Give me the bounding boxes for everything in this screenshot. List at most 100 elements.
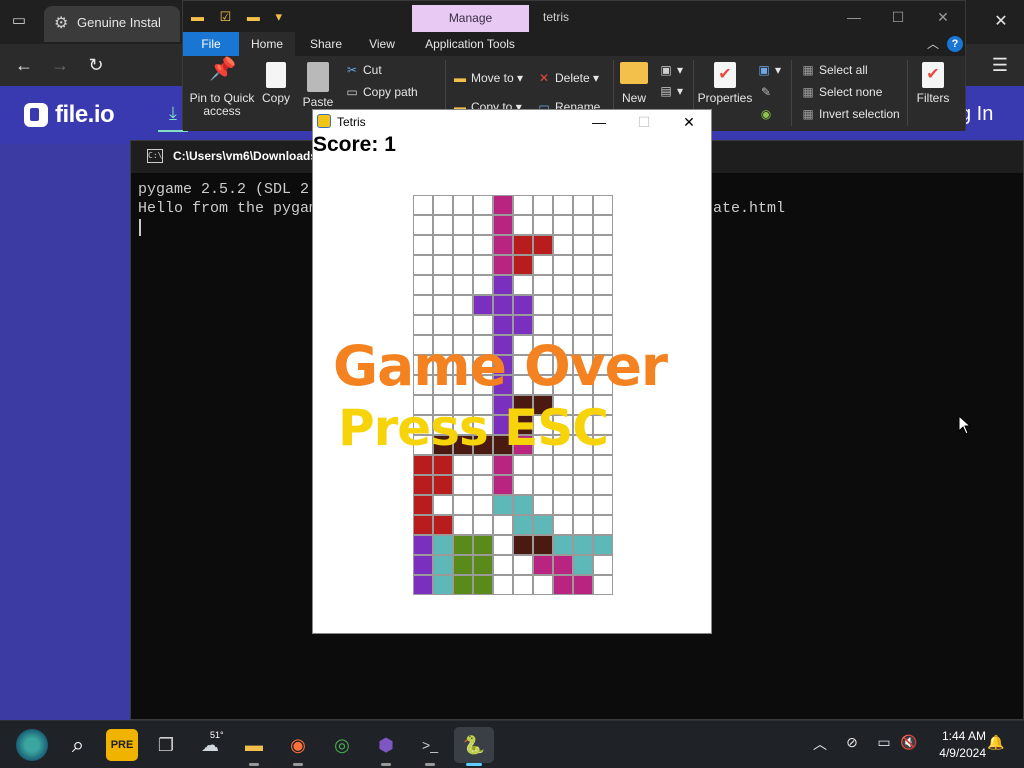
maximize-icon[interactable]: ☐ xyxy=(624,112,664,132)
new-item-button[interactable]: ▣ ▾ xyxy=(659,63,683,77)
select-none-button[interactable]: ▦ Select none xyxy=(801,85,882,99)
volume-muted-icon[interactable]: 🔇 xyxy=(899,734,919,751)
board-cell-empty xyxy=(513,215,533,235)
board-cell-filled xyxy=(513,295,533,315)
search-icon[interactable]: ⌕ xyxy=(62,729,94,761)
board-cell-empty xyxy=(433,315,453,335)
board-cell-empty xyxy=(473,215,493,235)
board-cell-empty xyxy=(573,255,593,275)
display-icon[interactable]: ▭ xyxy=(874,734,894,751)
new-folder-button[interactable]: New xyxy=(619,62,649,105)
board-cell-filled xyxy=(473,295,493,315)
board-cell-filled xyxy=(513,495,533,515)
browser-menu-icon[interactable]: ☰ xyxy=(988,53,1012,77)
network-disconnected-icon[interactable]: ⊘ xyxy=(842,734,862,751)
tetris-titlebar[interactable]: Tetris — ☐ ✕ xyxy=(313,110,711,134)
terminal-taskbar-icon[interactable]: >_ xyxy=(414,729,446,766)
select-all-button[interactable]: ▦ Select all xyxy=(801,63,867,77)
minimize-icon[interactable]: — xyxy=(839,7,869,27)
paste-button[interactable]: Paste xyxy=(299,62,337,109)
board-cell-empty xyxy=(593,255,613,275)
board-cell-empty xyxy=(433,215,453,235)
easy-access-button[interactable]: ▤ ▾ xyxy=(659,84,683,98)
pin-quick-access-button[interactable]: 📌 Pin to Quick access xyxy=(189,58,255,118)
board-cell-empty xyxy=(513,575,533,595)
board-cell-empty xyxy=(473,275,493,295)
board-cell-empty xyxy=(593,495,613,515)
board-cell-empty xyxy=(553,455,573,475)
board-cell-empty xyxy=(493,515,513,535)
refresh-icon[interactable]: ↻ xyxy=(84,53,108,77)
chrome-icon[interactable]: ◎ xyxy=(326,729,358,761)
maximize-icon[interactable]: ☐ xyxy=(883,7,913,27)
running-indicator xyxy=(293,763,303,766)
chevron-up-icon[interactable]: ︿ xyxy=(810,734,830,754)
quick-access-toolbar[interactable]: ▬ ☑ ▬ ▾ xyxy=(191,9,288,25)
filters-button[interactable]: ✔ Filters xyxy=(913,62,953,105)
board-cell-empty xyxy=(413,315,433,335)
board-cell-empty xyxy=(473,455,493,475)
board-cell-empty xyxy=(473,195,493,215)
close-icon[interactable]: ✕ xyxy=(928,7,958,27)
board-cell-empty xyxy=(453,275,473,295)
clipboard-icon xyxy=(307,62,329,92)
board-cell-filled xyxy=(573,555,593,575)
board-cell-empty xyxy=(513,555,533,575)
invert-selection-button[interactable]: ▦ Invert selection xyxy=(801,107,900,121)
properties-button[interactable]: ✔ Properties xyxy=(697,62,753,105)
start-orb-icon[interactable] xyxy=(16,729,48,761)
back-arrow-icon[interactable]: ← xyxy=(12,53,36,77)
history-button[interactable]: ◉ xyxy=(759,107,777,121)
clock-date[interactable]: 4/9/2024 xyxy=(926,746,986,760)
copy-path-button[interactable]: ▭ Copy path xyxy=(345,85,417,99)
edit-button[interactable]: ✎ xyxy=(759,85,777,99)
board-cell-filled xyxy=(413,535,433,555)
tab-actions-icon[interactable]: ▭ xyxy=(10,12,28,30)
history-icon: ◉ xyxy=(760,107,772,121)
chevron-up-icon[interactable]: ︿ xyxy=(927,35,939,52)
board-cell-empty xyxy=(513,275,533,295)
board-cell-empty xyxy=(473,515,493,535)
tab-application-tools[interactable]: Application Tools xyxy=(415,32,525,56)
board-cell-filled xyxy=(553,575,573,595)
board-cell-empty xyxy=(573,195,593,215)
tab-home[interactable]: Home xyxy=(239,32,295,56)
close-icon[interactable]: ✕ xyxy=(669,112,709,132)
tab-file[interactable]: File xyxy=(183,32,239,56)
board-cell-empty xyxy=(473,255,493,275)
move-to-button[interactable]: ▬ Move to ▾ xyxy=(453,71,523,85)
scissors-icon: ✂ xyxy=(346,63,358,77)
cut-button[interactable]: ✂ Cut xyxy=(345,63,382,77)
board-cell-empty xyxy=(533,315,553,335)
notification-bell-icon[interactable]: 🔔 xyxy=(986,734,1006,751)
tab-share[interactable]: Share xyxy=(301,32,351,56)
board-cell-empty xyxy=(593,475,613,495)
delete-button[interactable]: ✕ Delete ▾ xyxy=(537,71,599,85)
forward-arrow-icon[interactable]: → xyxy=(48,53,72,77)
explorer-titlebar[interactable]: ▬ ☑ ▬ ▾ Manage tetris — ☐ ✕ xyxy=(183,1,965,32)
terminal-line: pygame 2.5.2 (SDL 2 xyxy=(138,181,310,198)
browser-close-button[interactable]: ✕ xyxy=(986,10,1016,34)
board-cell-filled xyxy=(573,575,593,595)
fileio-logo-text[interactable]: file.io xyxy=(55,101,115,129)
board-cell-empty xyxy=(533,295,553,315)
file-explorer-icon[interactable]: ▬ xyxy=(238,729,270,766)
help-icon[interactable]: ? xyxy=(947,36,963,52)
tab-view[interactable]: View xyxy=(359,32,405,56)
firefox-icon[interactable]: ◉ xyxy=(282,729,314,766)
task-view-icon[interactable]: ❐ xyxy=(150,729,182,761)
invert-selection-label: Invert selection xyxy=(819,107,900,121)
pygame-taskbar-icon[interactable]: 🐍 xyxy=(458,729,490,766)
score-label: Score: 1 xyxy=(313,133,396,156)
clock-time[interactable]: 1:44 AM xyxy=(936,729,986,743)
browser-tab-genuine-installer[interactable]: ⚙ Genuine Instal xyxy=(44,6,180,42)
board-cell-empty xyxy=(433,235,453,255)
notes-pre-icon[interactable]: PRE xyxy=(106,729,138,761)
open-button[interactable]: ▣ ▾ xyxy=(757,63,781,77)
minimize-icon[interactable]: — xyxy=(579,112,619,132)
board-cell-filled xyxy=(453,555,473,575)
copy-button[interactable]: Copy xyxy=(259,62,293,105)
manage-contextual-tab[interactable]: Manage xyxy=(412,5,529,32)
app-hexagon-icon[interactable]: ⬢ xyxy=(370,729,402,766)
board-cell-empty xyxy=(573,275,593,295)
